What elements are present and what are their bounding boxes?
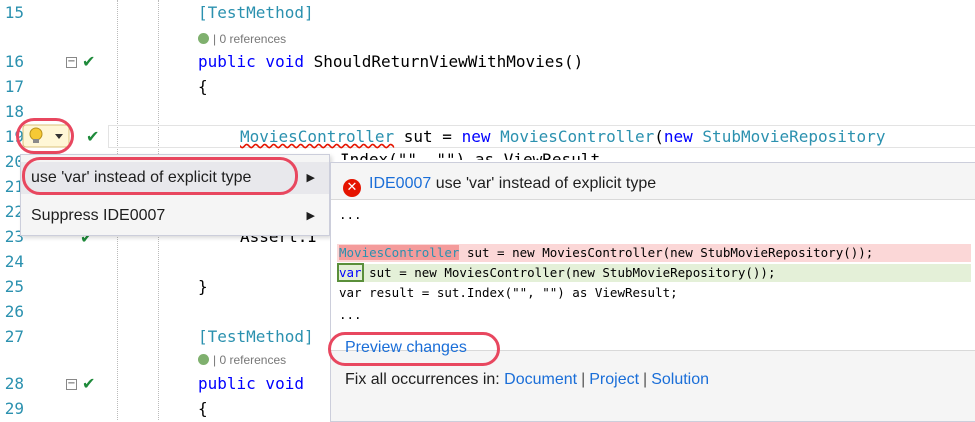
test-passed-icon[interactable]: ✔ — [82, 374, 95, 394]
diff-preview: ... MoviesController sut = new MoviesCon… — [331, 199, 975, 351]
line-number: 25 — [4, 277, 24, 296]
codelens-status-icon — [198, 354, 209, 365]
fix-all-project-link[interactable]: Project — [589, 371, 639, 388]
added-line: var sut = new MoviesController(new StubM… — [337, 263, 776, 282]
line-number: 28 — [4, 374, 24, 393]
line-number: 29 — [4, 399, 24, 418]
code-line-current[interactable]: MoviesController sut = new MoviesControl… — [240, 127, 885, 147]
codelens[interactable]: | 0 references — [198, 352, 286, 368]
error-icon: ✕ — [343, 179, 361, 197]
line-number: 16 — [4, 52, 24, 71]
code-line: { — [198, 77, 208, 96]
codelens[interactable]: | 0 references — [198, 31, 286, 47]
submenu-arrow-icon: ▶ — [306, 171, 315, 184]
line-number: 15 — [4, 3, 24, 22]
annotation-oval — [22, 157, 298, 195]
annotation-oval — [16, 118, 74, 154]
line-number: 24 — [4, 252, 24, 271]
diagnostic-header: ✕ IDE0007 use 'var' instead of explicit t… — [343, 175, 656, 197]
collapse-toggle[interactable]: − — [66, 379, 77, 390]
test-passed-icon[interactable]: ✔ — [86, 127, 99, 147]
fix-all-solution-link[interactable]: Solution — [651, 371, 709, 388]
line-number: 18 — [4, 102, 24, 121]
diff-ellipsis: ... — [339, 307, 362, 322]
diagnostic-message: use 'var' instead of explicit type — [435, 175, 657, 192]
line-number: 26 — [4, 302, 24, 321]
diff-ellipsis: ... — [339, 207, 362, 222]
codelens-status-icon — [198, 33, 209, 44]
context-line: var result = sut.Index("", "") as ViewRe… — [339, 285, 678, 300]
collapse-toggle[interactable]: − — [66, 57, 77, 68]
code-line: [TestMethod] — [198, 3, 314, 22]
fix-all-row: Fix all occurrences in: Document | Project… — [345, 371, 710, 388]
removed-line: MoviesController sut = new MoviesControl… — [339, 245, 874, 260]
line-number: 17 — [4, 77, 24, 96]
diagnostic-id-link[interactable]: IDE0007 — [369, 175, 431, 192]
fix-all-document-link[interactable]: Document — [504, 371, 577, 388]
preview-panel: ✕ IDE0007 use 'var' instead of explicit t… — [330, 162, 975, 422]
annotation-oval — [328, 332, 500, 366]
test-passed-icon[interactable]: ✔ — [82, 52, 95, 72]
line-number: 27 — [4, 327, 24, 346]
code-line: public void ShouldReturnViewWithMovies() — [198, 52, 584, 71]
code-line: } — [198, 277, 208, 296]
menu-item-suppress[interactable]: Suppress IDE0007 ▶ — [21, 200, 329, 232]
code-line: { — [198, 399, 208, 418]
code-line: public void — [198, 374, 304, 393]
code-line: [TestMethod] — [198, 327, 314, 346]
submenu-arrow-icon: ▶ — [306, 209, 315, 222]
